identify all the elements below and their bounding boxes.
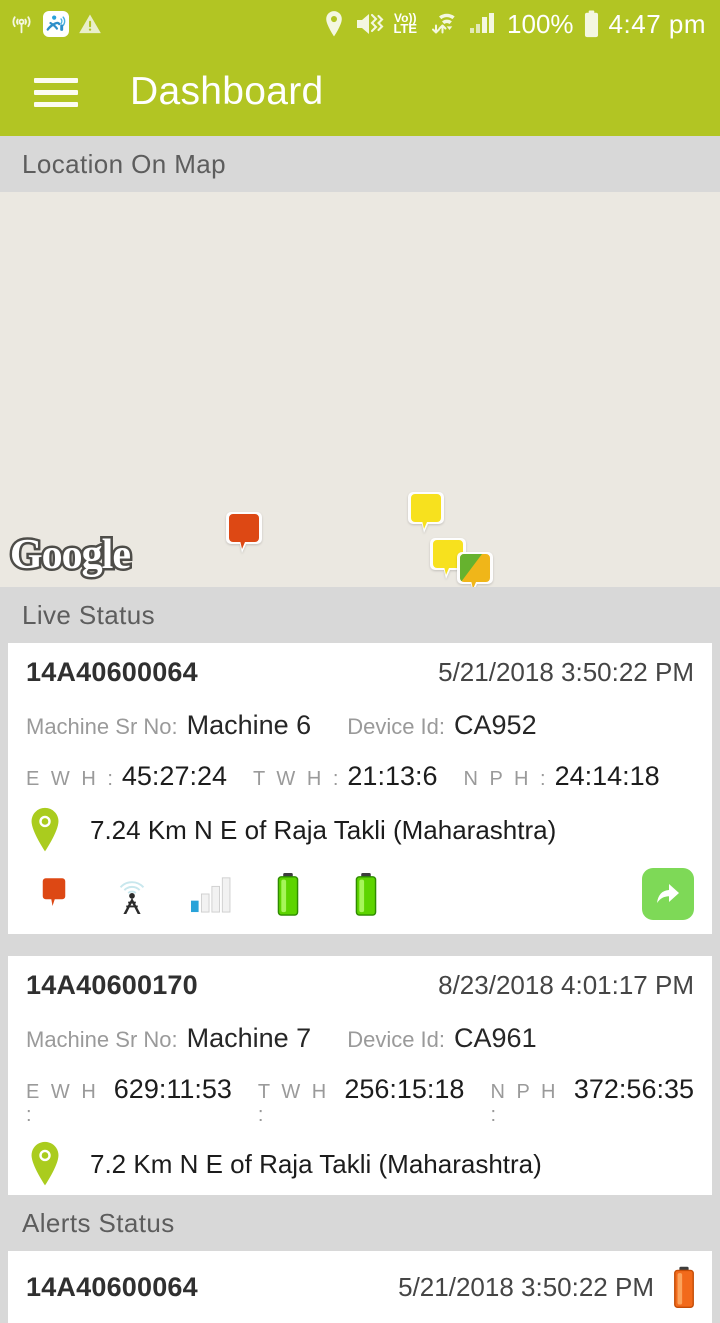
section-header-alerts-status: Alerts Status: [0, 1195, 720, 1251]
battery-orange-icon: [674, 1266, 694, 1308]
status-bar-right-icons: Vo)) LTE 100% 4:47 pm: [323, 9, 706, 40]
machine-sr-no-label: Machine Sr No:: [26, 714, 178, 739]
battery-green-icon: [338, 872, 394, 916]
ewh-label: E W H :: [26, 768, 116, 790]
twh-value: 21:13:6: [347, 761, 438, 791]
volte-line2: LTE: [393, 20, 418, 36]
timestamp-label: 5/21/2018 3:50:22 PM: [438, 657, 694, 687]
warning-icon: [79, 14, 101, 34]
device-serial-label: 14A40600064: [26, 657, 198, 687]
device-id-value: CA952: [454, 710, 537, 740]
cell-tower-icon: [104, 872, 160, 916]
hours-metrics-row: E W H : 629:11:53 T W H : 256:15:18 N P …: [26, 1074, 694, 1127]
hours-metrics-row: E W H : 45:27:24 T W H : 21:13:6 N P H :…: [26, 761, 694, 792]
status-bar: Vo)) LTE 100% 4:47 pm: [0, 0, 720, 48]
location-row: 7.2 Km N E of Raja Takli (Maharashtra): [26, 1141, 694, 1187]
twh-label: T W H :: [253, 768, 342, 790]
ewh-value: 45:27:24: [121, 761, 227, 791]
marker-red-icon: [26, 875, 82, 913]
machine-info-row: Machine Sr No: Machine 7 Device Id: CA96…: [26, 1023, 694, 1054]
broadcast-icon: [12, 15, 31, 33]
battery-green-icon: [260, 872, 316, 916]
location-label: 7.2 Km N E of Raja Takli (Maharashtra): [90, 1148, 542, 1179]
map-marker-green-yellow[interactable]: [455, 550, 495, 587]
alert-device-serial-label: 14A40600064: [26, 1271, 198, 1302]
clock-label: 4:47 pm: [608, 8, 706, 39]
alert-timestamp-label: 5/21/2018 3:50:22 PM: [398, 1271, 654, 1302]
ewh-value: 629:11:53: [113, 1074, 232, 1104]
app-bar: Dashboard: [0, 48, 720, 136]
live-status-list: 14A40600064 5/21/2018 3:50:22 PM Machine…: [0, 643, 720, 1195]
mute-vibrate-icon: [357, 13, 384, 34]
location-pin-icon: [31, 1141, 59, 1186]
location-label: 7.24 Km N E of Raja Takli (Maharashtra): [90, 814, 557, 845]
location-row: 7.24 Km N E of Raja Takli (Maharashtra): [26, 806, 694, 854]
google-attribution: Google: [8, 530, 134, 581]
device-id-label: Device Id:: [347, 714, 446, 739]
nph-label: N P H :: [463, 768, 549, 790]
device-id-label: Device Id:: [347, 1027, 446, 1052]
nph-label: N P H :: [490, 1081, 559, 1126]
section-header-location-on-map: Location On Map: [0, 136, 720, 192]
machine-info-row: Machine Sr No: Machine 6 Device Id: CA95…: [26, 710, 694, 741]
hamburger-menu-icon[interactable]: [34, 71, 78, 114]
twh-value: 256:15:18: [344, 1074, 465, 1104]
alert-row[interactable]: 14A40600064 5/21/2018 3:50:22 PM: [8, 1251, 712, 1323]
map-marker-red[interactable]: [224, 510, 264, 560]
map-view[interactable]: Google: [0, 192, 720, 587]
status-icons-row: [26, 868, 694, 926]
device-id-value: CA961: [454, 1023, 537, 1053]
timestamp-label: 8/23/2018 4:01:17 PM: [438, 970, 694, 1000]
location-pin-icon: [326, 11, 343, 37]
app-icon: [43, 11, 69, 37]
section-header-live-status: Live Status: [0, 587, 720, 643]
card-header-row: 14A40600170 8/23/2018 4:01:17 PM: [26, 970, 694, 1001]
live-status-card[interactable]: 14A40600064 5/21/2018 3:50:22 PM Machine…: [8, 643, 712, 934]
machine-sr-no-value: Machine 6: [186, 710, 312, 740]
nph-value: 372:56:35: [573, 1074, 694, 1104]
wifi-icon: [432, 13, 455, 34]
map-marker-yellow-1[interactable]: [406, 490, 446, 540]
machine-sr-no-label: Machine Sr No:: [26, 1027, 178, 1052]
status-bar-left-icons: [8, 11, 103, 38]
device-serial-label: 14A40600170: [26, 970, 198, 1000]
ewh-label: E W H :: [26, 1081, 99, 1126]
signal-bars-icon: [182, 875, 238, 913]
twh-label: T W H :: [257, 1081, 330, 1126]
battery-percent-label: 100%: [507, 8, 574, 39]
battery-icon: [584, 10, 598, 38]
cell-signal-icon: [470, 13, 495, 33]
alerts-status-list: 14A40600064 5/21/2018 3:50:22 PM: [0, 1251, 720, 1323]
location-pin-icon: [31, 807, 59, 852]
live-status-card[interactable]: 14A40600170 8/23/2018 4:01:17 PM Machine…: [8, 956, 712, 1195]
machine-sr-no-value: Machine 7: [186, 1023, 312, 1053]
page-title: Dashboard: [130, 70, 324, 113]
nph-value: 24:14:18: [554, 761, 660, 791]
card-header-row: 14A40600064 5/21/2018 3:50:22 PM: [26, 657, 694, 688]
volte-icon: Vo)) LTE: [393, 12, 418, 36]
share-arrow-icon[interactable]: [642, 868, 694, 920]
